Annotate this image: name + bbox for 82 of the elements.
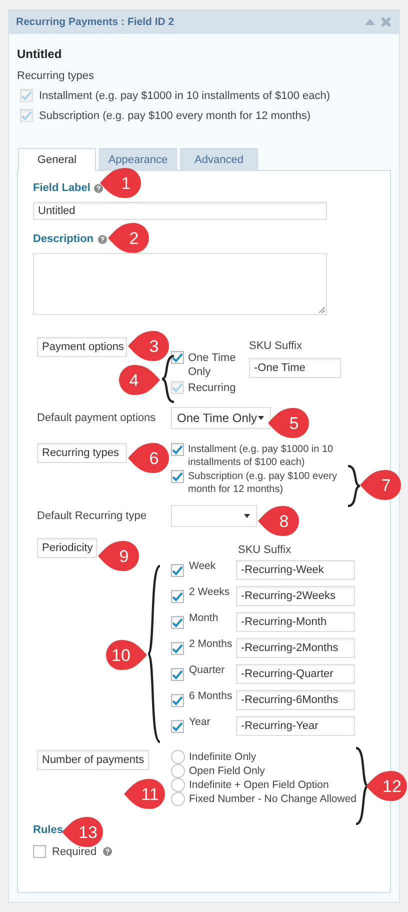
tab[interactable]: General bbox=[18, 148, 96, 171]
resize-grip-icon[interactable] bbox=[319, 307, 325, 313]
checkbox-label: 2 Weeks bbox=[189, 586, 231, 598]
checkbox-label: Required bbox=[52, 846, 97, 858]
radio-label: Indefinite + Open Field Option bbox=[189, 779, 329, 791]
checkbox-label: Installment (e.g. pay $1000 in 10 installments of $100 each) bbox=[188, 443, 334, 469]
radio-button[interactable] bbox=[171, 792, 185, 806]
checkbox-label: Quarter bbox=[189, 664, 226, 676]
checkbox-label: 2 Months bbox=[189, 638, 234, 650]
radio-button[interactable] bbox=[171, 764, 185, 778]
curly-brace bbox=[160, 354, 174, 404]
preview-label: Recurring types bbox=[17, 70, 94, 82]
sku-field[interactable]: -Recurring-2Months bbox=[236, 638, 355, 658]
checkbox-label: Month bbox=[189, 612, 220, 624]
text-field[interactable]: Recurring types bbox=[37, 443, 127, 463]
preview-title: Untitled bbox=[17, 47, 62, 61]
panel-title: Recurring Payments : Field ID 2 bbox=[16, 16, 176, 28]
checkbox-label: Subscription (e.g. pay $100 every month for 12 months) bbox=[39, 110, 310, 122]
sku-field[interactable]: -Recurring-Month bbox=[236, 612, 355, 632]
radio-label: Open Field Only bbox=[189, 765, 265, 777]
callout-marker: 10 bbox=[105, 639, 147, 671]
help-icon[interactable] bbox=[102, 847, 112, 856]
callout-marker: 5 bbox=[268, 407, 310, 439]
field-label: Default Recurring type bbox=[37, 510, 146, 522]
dropdown[interactable]: One Time Only bbox=[171, 407, 271, 429]
sku-field[interactable]: -Recurring-6Months bbox=[236, 690, 355, 710]
checkbox-label: Week bbox=[189, 560, 217, 572]
checkbox[interactable] bbox=[171, 564, 184, 577]
text-field[interactable]: Periodicity bbox=[37, 538, 97, 558]
rules-heading: Rules bbox=[33, 824, 63, 836]
callout-marker: 2 bbox=[108, 222, 150, 254]
curly-brace bbox=[348, 464, 362, 508]
caret-icon bbox=[258, 416, 264, 420]
checkbox-label: Subscription (e.g. pay $100 every month for 12 months) bbox=[188, 470, 338, 496]
sku-suffix-heading: SKU Suffix bbox=[249, 340, 303, 352]
sku-field[interactable]: -Recurring-Year bbox=[236, 716, 355, 736]
callout-marker: 11 bbox=[124, 778, 166, 810]
radio-label: Indefinite Only bbox=[189, 751, 256, 763]
text-field[interactable]: Number of payments bbox=[37, 750, 149, 770]
text-field[interactable]: Untitled bbox=[33, 202, 327, 220]
sku-field[interactable]: -Recurring-Quarter bbox=[236, 664, 355, 684]
checkbox-label: One Time Only bbox=[188, 351, 237, 379]
checkbox-label: Installment (e.g. pay $1000 in 10 installments of $100 each) bbox=[39, 90, 330, 102]
help-icon[interactable] bbox=[94, 184, 104, 192]
checkbox-label: Year bbox=[189, 716, 212, 728]
radio-button[interactable] bbox=[171, 750, 185, 764]
checkbox[interactable] bbox=[171, 642, 184, 655]
checkbox[interactable] bbox=[171, 470, 184, 483]
callout-marker: 9 bbox=[98, 540, 140, 572]
help-icon[interactable] bbox=[98, 234, 107, 244]
textarea-field[interactable] bbox=[33, 253, 327, 315]
sku-field[interactable]: -Recurring-Week bbox=[236, 560, 355, 580]
checkbox[interactable] bbox=[171, 351, 184, 364]
callout-marker: 7 bbox=[360, 469, 402, 501]
description-heading: Description bbox=[33, 233, 94, 245]
callout-marker: 3 bbox=[128, 330, 170, 362]
callout-marker: 1 bbox=[100, 167, 142, 199]
checkbox-label: 6 Months bbox=[189, 690, 234, 702]
callout-marker: 6 bbox=[128, 442, 170, 474]
checkbox[interactable] bbox=[171, 668, 184, 681]
checkbox[interactable] bbox=[171, 443, 184, 456]
text-field[interactable]: Payment options bbox=[37, 337, 127, 357]
sku-field[interactable]: -Recurring-2Weeks bbox=[236, 586, 355, 606]
checkbox[interactable] bbox=[171, 616, 184, 629]
checkbox[interactable] bbox=[171, 590, 184, 603]
caret-icon bbox=[244, 514, 250, 518]
callout-marker: 13 bbox=[62, 816, 104, 848]
field-label: Default payment options bbox=[37, 412, 156, 424]
callout-marker: 8 bbox=[258, 505, 300, 537]
checkbox[interactable] bbox=[171, 720, 184, 733]
field-label-heading: Field Label bbox=[33, 182, 90, 194]
checkbox[interactable] bbox=[33, 845, 46, 858]
checkbox-label: Recurring bbox=[188, 381, 237, 395]
callout-marker: 4 bbox=[118, 364, 160, 396]
radio-label: Fixed Number - No Change Allowed bbox=[189, 793, 356, 805]
radio-button[interactable] bbox=[171, 778, 185, 792]
callout-marker: 12 bbox=[366, 770, 408, 802]
sku-suffix-heading: SKU Suffix bbox=[238, 544, 292, 556]
tab[interactable]: Advanced bbox=[180, 148, 258, 170]
checkbox[interactable] bbox=[171, 694, 184, 707]
tab[interactable]: Appearance bbox=[99, 148, 177, 170]
sku-field[interactable]: -One Time bbox=[249, 358, 341, 378]
